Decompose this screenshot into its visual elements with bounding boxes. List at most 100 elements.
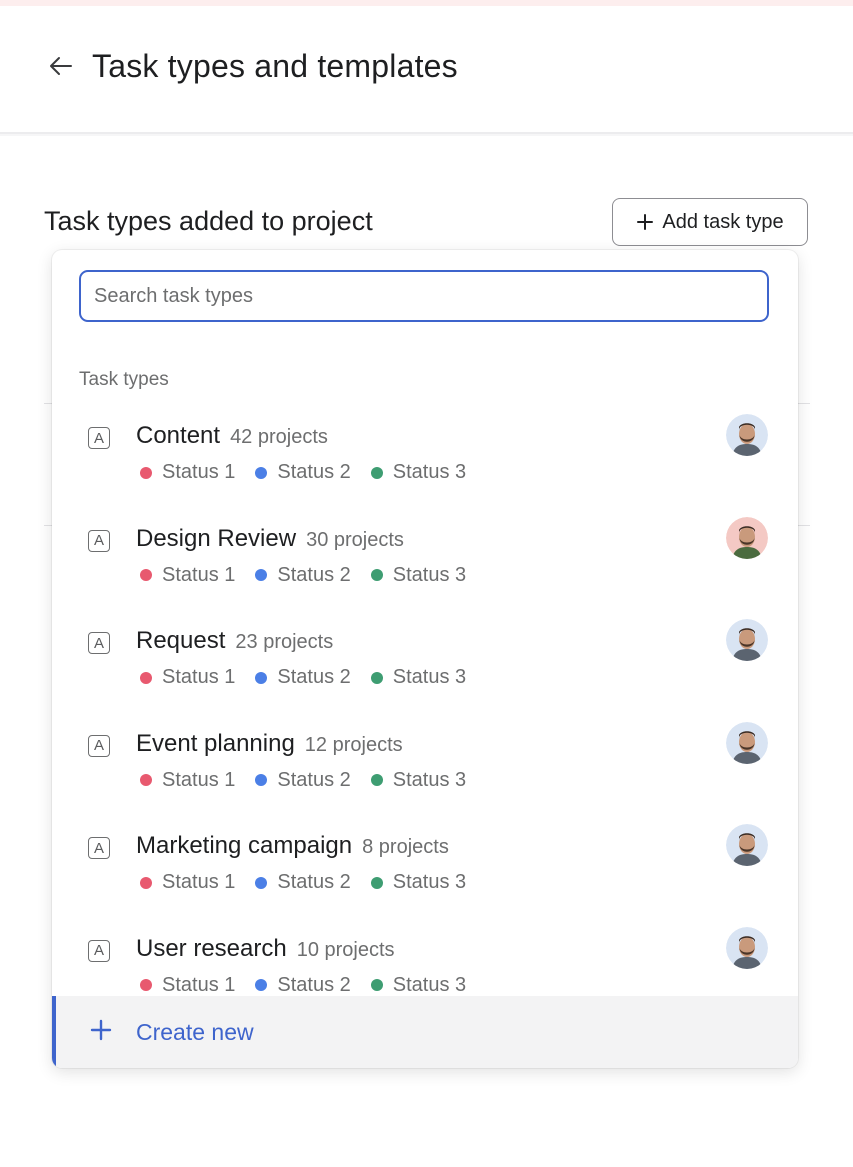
task-type-name: Event planning xyxy=(136,729,295,757)
status-label: Status 1 xyxy=(162,871,236,894)
status-list: Status 1 Status 2 Status 3 xyxy=(140,564,466,587)
task-type-item[interactable]: A Design Review 30 projects Status 1 Status … xyxy=(52,495,798,598)
status-dot-icon xyxy=(370,466,383,479)
status-chip: Status 3 xyxy=(370,769,466,792)
avatar xyxy=(726,414,768,456)
status-dot-icon xyxy=(140,876,152,889)
status-dot-icon xyxy=(140,979,152,992)
status-list: Status 1 Status 2 Status 3 xyxy=(140,769,466,792)
task-type-icon: A xyxy=(88,734,110,757)
status-chip: Status 1 xyxy=(140,769,235,792)
task-type-name-row: Content 42 projects xyxy=(136,422,328,450)
status-list: Status 1 Status 2 Status 3 xyxy=(140,974,466,997)
project-count: 42 projects xyxy=(230,426,328,448)
status-chip: Status 2 xyxy=(255,461,351,484)
task-type-icon: A xyxy=(88,529,110,552)
status-chip: Status 2 xyxy=(255,666,351,689)
status-dot-icon xyxy=(140,466,152,479)
task-type-name-row: Marketing campaign 8 projects xyxy=(136,832,449,860)
status-label: Status 1 xyxy=(162,973,236,996)
task-type-name-row: User research 10 projects xyxy=(136,935,395,963)
task-type-item[interactable]: A Event planning 12 projects Status 1 Status… xyxy=(52,700,798,803)
status-dot-icon xyxy=(370,774,383,787)
status-label: Status 3 xyxy=(392,666,467,689)
status-chip: Status 3 xyxy=(370,973,467,997)
page-header: Task types and templates xyxy=(0,6,853,134)
status-dot-icon xyxy=(140,671,152,684)
task-type-name-row: Request 23 projects xyxy=(136,627,333,655)
project-count: 23 projects xyxy=(235,631,334,654)
status-chip: Status 2 xyxy=(255,563,351,587)
task-type-icon: A xyxy=(88,939,110,962)
status-list: Status 1 Status 2 Status 3 xyxy=(140,461,466,484)
plus-icon xyxy=(90,1017,112,1047)
task-type-name: Marketing campaign xyxy=(136,832,353,860)
status-chip: Status 3 xyxy=(370,461,467,484)
status-dot-icon xyxy=(370,569,383,582)
status-label: Status 3 xyxy=(392,563,467,586)
task-type-item[interactable]: A Content 42 projects Status 1 Status 2 Statu… xyxy=(52,392,798,495)
status-label: Status 2 xyxy=(277,563,351,586)
status-label: Status 2 xyxy=(277,666,351,689)
add-task-type-label: Add task type xyxy=(662,210,784,233)
status-chip: Status 1 xyxy=(140,974,235,997)
task-type-icon: A xyxy=(88,427,110,449)
task-type-name: Content xyxy=(136,422,221,449)
status-dot-icon xyxy=(255,466,268,479)
section-title: Task types added to project xyxy=(44,206,373,236)
status-dot-icon xyxy=(140,569,152,582)
main-content: Task types added to project Add task typ… xyxy=(0,136,853,1167)
status-chip: Status 3 xyxy=(370,871,466,894)
status-dot-icon xyxy=(140,774,152,787)
status-label: Status 2 xyxy=(277,461,351,483)
task-type-list: A Content 42 projects Status 1 Status 2 Statu… xyxy=(52,392,798,1068)
status-dot-icon xyxy=(255,671,268,684)
avatar xyxy=(726,619,768,662)
status-dot-icon xyxy=(370,876,383,889)
back-arrow-icon[interactable] xyxy=(44,49,78,83)
task-type-item[interactable]: A User research 10 projects Status 1 Status … xyxy=(52,905,798,1008)
search-input[interactable]: Search task types xyxy=(79,270,769,322)
status-chip: Status 2 xyxy=(255,768,351,792)
task-type-name: User research xyxy=(136,934,287,962)
divider xyxy=(798,525,810,526)
status-label: Status 1 xyxy=(162,461,236,483)
divider xyxy=(44,403,52,404)
avatar xyxy=(726,721,768,764)
status-dot-icon xyxy=(255,876,268,889)
status-label: Status 1 xyxy=(162,666,236,689)
page-title: Task types and templates xyxy=(92,47,458,84)
status-chip: Status 1 xyxy=(140,564,235,587)
status-label: Status 3 xyxy=(392,461,467,483)
project-count: 10 projects xyxy=(296,938,395,961)
task-type-name-row: Event planning 12 projects xyxy=(136,730,403,758)
search-placeholder: Search task types xyxy=(94,284,253,307)
status-dot-icon xyxy=(255,569,268,582)
status-chip: Status 2 xyxy=(255,871,351,894)
task-type-icon: A xyxy=(88,837,110,860)
task-type-name-row: Design Review 30 projects xyxy=(136,525,404,553)
task-type-icon: A xyxy=(88,632,110,655)
status-chip: Status 1 xyxy=(140,666,235,689)
project-count: 12 projects xyxy=(304,733,403,756)
status-label: Status 3 xyxy=(392,973,467,996)
group-label: Task types xyxy=(79,369,169,390)
status-label: Status 1 xyxy=(162,768,236,791)
project-count: 30 projects xyxy=(306,528,404,551)
divider xyxy=(44,525,52,526)
status-chip: Status 3 xyxy=(370,666,467,689)
status-label: Status 1 xyxy=(162,563,236,586)
avatar xyxy=(726,824,768,867)
avatar xyxy=(726,926,768,969)
status-dot-icon xyxy=(255,774,268,787)
status-label: Status 2 xyxy=(277,768,351,791)
task-type-item[interactable]: A Request 23 projects Status 1 Status 2 Statu… xyxy=(52,597,798,700)
create-new-label: Create new xyxy=(136,1018,254,1045)
divider xyxy=(798,403,810,404)
task-type-item[interactable]: A Marketing campaign 8 projects Status 1 Sta… xyxy=(52,802,798,905)
plus-icon xyxy=(637,214,654,230)
status-chip: Status 1 xyxy=(140,871,235,894)
status-list: Status 1 Status 2 Status 3 xyxy=(140,666,466,689)
create-new-button[interactable]: Create new xyxy=(52,996,798,1068)
add-task-type-button[interactable]: Add task type xyxy=(612,198,808,246)
